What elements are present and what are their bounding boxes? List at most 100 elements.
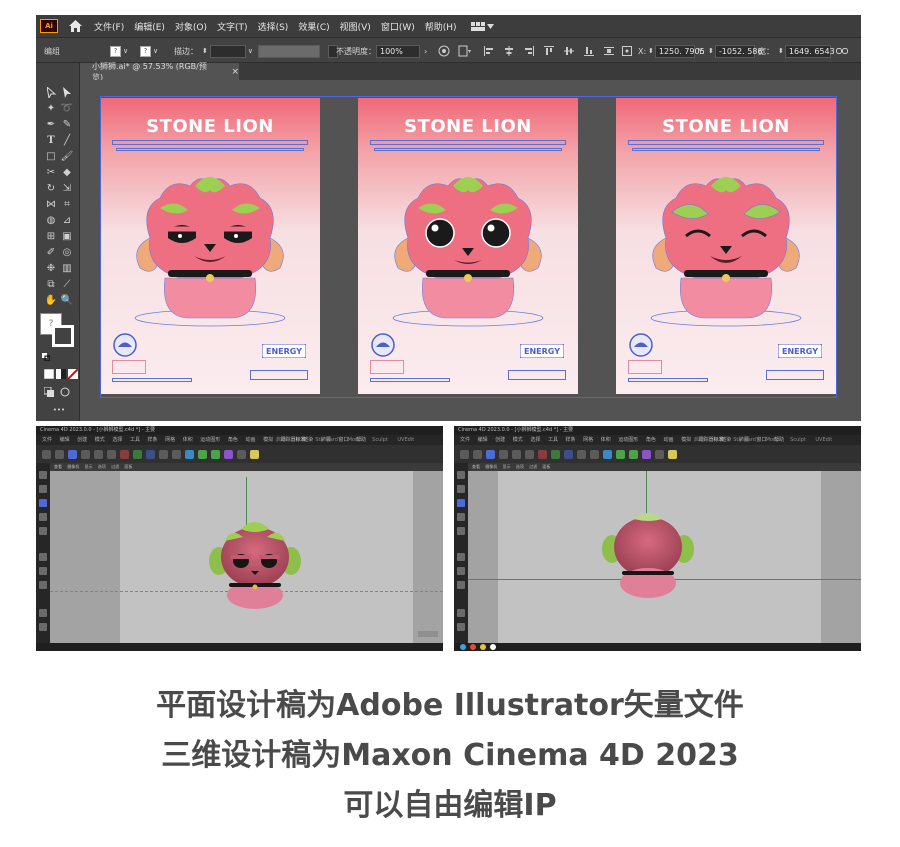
home-icon[interactable] [68,19,82,33]
taskbar-app-icon[interactable] [480,644,486,650]
menu-select[interactable]: 选择(S) [258,20,289,33]
taskbar-app-icon[interactable] [460,644,466,650]
workplane-icon[interactable] [39,567,47,575]
fill-swatch[interactable]: ? ∨ [110,44,128,58]
stroke-weight-stepper[interactable]: ⬍ ∨ [202,44,253,58]
render-settings-icon[interactable] [590,449,599,459]
point-mode-icon[interactable] [39,485,47,493]
link-proportions-icon[interactable] [836,44,848,58]
artboard-tool-icon[interactable]: ⧉ [44,277,58,291]
align-to-icon[interactable] [458,44,472,58]
layout-tab[interactable]: UVEdit [397,437,414,443]
align-top-icon[interactable] [544,44,554,58]
variable-width-profile[interactable] [258,44,320,58]
light-icon[interactable] [668,449,677,459]
generator-icon[interactable] [629,449,638,459]
document-tab[interactable]: 小狮狮.ai* @ 57.53% (RGB/预览) × [84,62,239,82]
layout-tab[interactable]: Model [766,437,781,443]
uv-mode-icon[interactable] [39,527,47,535]
eraser-icon[interactable]: ◆ [60,165,74,179]
z-axis-icon[interactable] [146,449,155,459]
draw-mode-icon[interactable] [42,385,56,399]
cube-icon[interactable] [603,449,612,459]
group-selection-bounds[interactable] [100,96,837,398]
eyedropper-icon[interactable]: ✐ [44,245,58,259]
polygon-mode-icon[interactable] [39,513,47,521]
spline-icon[interactable] [198,449,207,459]
none-mode-icon[interactable] [66,367,80,381]
undo-icon[interactable] [42,449,51,459]
scale-icon[interactable] [499,449,508,459]
edge-mode-icon[interactable] [39,499,47,507]
workplane-icon[interactable] [457,567,465,575]
menu-view[interactable]: 视图(V) [340,20,371,33]
align-middle-icon[interactable] [564,44,574,58]
select-icon[interactable] [525,449,534,459]
rotate-icon[interactable] [94,449,103,459]
axis-icon[interactable] [457,581,465,589]
x-axis-icon[interactable] [120,449,129,459]
object-mode-icon[interactable] [457,471,465,479]
y-axis-icon[interactable] [133,449,142,459]
magic-wand-icon[interactable]: ✦ [44,101,58,115]
uv-mode-icon[interactable] [457,527,465,535]
menu-window[interactable]: 窗口(W) [381,20,415,33]
camera-icon[interactable] [237,449,246,459]
menu-object[interactable]: 对象(O) [175,20,207,33]
opacity-field[interactable]: 100% › [376,44,427,58]
axis-icon[interactable] [39,581,47,589]
zoom-tool-icon[interactable]: 🔍 [60,293,74,307]
menu-effect[interactable]: 效果(C) [298,20,329,33]
edge-mode-icon[interactable] [457,499,465,507]
move-icon[interactable] [68,449,77,459]
slice-tool-icon[interactable]: ⟋ [60,277,74,291]
layout-tab[interactable]: 启动 [694,437,704,443]
menu-type[interactable]: 文字(T) [217,20,248,33]
scale-icon[interactable] [81,449,90,459]
spline-icon[interactable] [616,449,625,459]
c4d-viewport[interactable] [468,463,861,643]
c4d-viewport[interactable] [50,463,443,643]
rotate-tool-icon[interactable]: ↻ [44,181,58,195]
grid-icon[interactable] [39,609,47,617]
point-mode-icon[interactable] [457,485,465,493]
layout-tab[interactable]: 标准 [714,437,724,443]
y-axis-icon[interactable] [551,449,560,459]
x-axis-icon[interactable] [538,449,547,459]
object-mode-icon[interactable] [39,471,47,479]
deformer-icon[interactable] [642,449,651,459]
layout-tab[interactable]: 启动 [276,437,286,443]
direct-selection-tool-icon[interactable] [60,85,74,99]
align-right-icon[interactable] [524,44,534,58]
c4d-layout-tabs[interactable]: 启动 标准 Standard Model Sculpt UVEdit [694,435,832,445]
grid-icon[interactable] [457,609,465,617]
shaper-tool-icon[interactable]: ✂ [44,165,58,179]
menu-edit[interactable]: 编辑(E) [134,20,165,33]
perspective-grid-icon[interactable]: ⊿ [60,213,74,227]
gradient-tool-icon[interactable]: ▣ [60,229,74,243]
layout-tab[interactable]: Standard [733,437,756,443]
menu-file[interactable]: 文件(F) [94,20,124,33]
snap-icon[interactable] [457,553,465,561]
move-icon[interactable] [486,449,495,459]
align-bottom-icon[interactable] [584,44,594,58]
lasso-icon[interactable]: ➰ [60,101,74,115]
screen-mode-icon[interactable] [58,385,72,399]
curvature-tool-icon[interactable]: ✎ [60,117,74,131]
shape-builder-icon[interactable]: ◍ [44,213,58,227]
width-field[interactable]: ⬍ 1649. 6543 [778,44,835,58]
align-center-icon[interactable] [504,44,514,58]
distribute-icon[interactable] [604,44,614,58]
redo-icon[interactable] [55,449,64,459]
lock-icon[interactable] [39,623,47,631]
x-field[interactable]: ⬍ 1250. 7905 [648,44,705,58]
polygon-mode-icon[interactable] [457,513,465,521]
layout-tab[interactable]: Sculpt [790,437,806,443]
redo-icon[interactable] [473,449,482,459]
viewport-menu[interactable]: 查看 摄像机 显示 选项 过滤 面板 [468,463,861,471]
layout-tab[interactable]: UVEdit [815,437,832,443]
column-graph-icon[interactable]: ▥ [60,261,74,275]
stroke-color-swatch[interactable] [52,325,74,347]
symbol-sprayer-icon[interactable]: ❉ [44,261,58,275]
width-tool-icon[interactable]: ⋈ [44,197,58,211]
